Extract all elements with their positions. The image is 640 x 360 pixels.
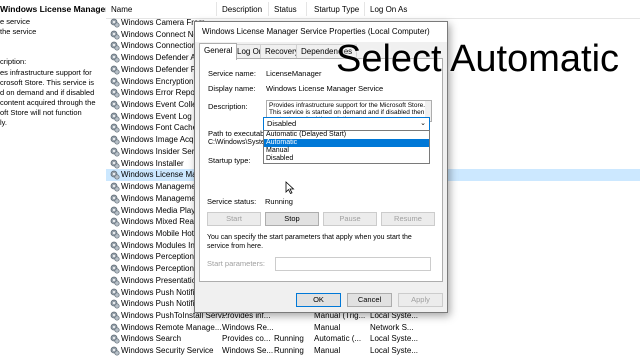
service-gear-icon xyxy=(110,299,120,309)
tab-general[interactable]: General xyxy=(199,43,238,60)
option-manual[interactable]: Manual xyxy=(264,147,429,155)
startup-type-label: Startup type: xyxy=(208,156,251,165)
column-status[interactable]: Status xyxy=(274,5,297,14)
start-button[interactable]: Start xyxy=(207,212,261,226)
service-gear-icon xyxy=(110,346,120,356)
service-name: Windows Event Log xyxy=(121,111,192,121)
service-status: Running xyxy=(274,334,304,344)
service-gear-icon xyxy=(110,335,120,344)
instruction-caption: Select Automatic xyxy=(336,38,620,80)
service-gear-icon xyxy=(110,30,120,40)
service-gear-icon xyxy=(110,53,120,63)
description-label: Description: xyxy=(208,102,248,111)
startup-type-dropdown: Automatic (Delayed Start) Automatic Manu… xyxy=(263,130,430,164)
start-params-label: Start parameters: xyxy=(207,259,265,268)
service-name: Windows Search xyxy=(121,334,182,344)
service-startup-type: Automatic (... xyxy=(314,334,362,344)
mouse-cursor-icon xyxy=(285,181,295,195)
service-gear-icon xyxy=(110,229,120,239)
service-description: Windows Re... xyxy=(222,322,274,332)
column-divider[interactable] xyxy=(268,2,269,16)
service-row[interactable]: Windows Search Provides co... Running Autom… xyxy=(106,333,640,345)
service-gear-icon xyxy=(110,147,120,157)
start-params-hint: You can specify the start parameters tha… xyxy=(207,234,412,250)
display-name-label: Display name: xyxy=(208,84,256,93)
service-gear-icon xyxy=(110,264,120,274)
service-gear-icon xyxy=(110,100,120,110)
service-gear-icon xyxy=(110,241,120,251)
service-gear-icon xyxy=(110,88,120,98)
service-name: Windows Security Service xyxy=(121,346,214,356)
description-pane-line: e service xyxy=(0,17,31,26)
column-divider[interactable] xyxy=(364,2,365,16)
chevron-down-icon: ⌄ xyxy=(420,120,426,127)
service-gear-icon xyxy=(110,217,120,227)
cancel-button[interactable]: Cancel xyxy=(347,293,392,307)
service-gear-icon xyxy=(110,194,120,204)
column-log-on-as[interactable]: Log On As xyxy=(370,5,407,14)
description-pane-line: the service xyxy=(0,27,37,36)
service-description: Windows Se... xyxy=(222,346,274,356)
service-name: Windows Remote Manage... xyxy=(121,322,222,332)
service-gear-icon xyxy=(110,288,120,298)
description-pane-line: oft Store will not function xyxy=(0,108,82,117)
column-name[interactable]: Name xyxy=(111,5,132,14)
service-name-value: LicenseManager xyxy=(266,69,322,78)
service-name-label: Service name: xyxy=(208,69,256,78)
service-description-pane: Windows License Manager Service e servic… xyxy=(0,0,106,360)
service-gear-icon xyxy=(110,77,120,87)
selected-service-title: Windows License Manager Service xyxy=(0,4,106,14)
service-gear-icon xyxy=(110,323,120,333)
service-gear-icon xyxy=(110,252,120,262)
column-startup-type[interactable]: Startup Type xyxy=(314,5,359,14)
service-gear-icon xyxy=(110,206,120,216)
column-divider[interactable] xyxy=(216,2,217,16)
apply-button[interactable]: Apply xyxy=(398,293,443,307)
startup-type-select[interactable]: Disabled ⌄ xyxy=(263,117,430,131)
service-gear-icon xyxy=(110,182,120,192)
service-log-on-as: Local Syste... xyxy=(370,346,419,356)
service-row[interactable]: Windows Remote Manage... Windows Re... Man… xyxy=(106,322,640,334)
service-gear-icon xyxy=(110,276,120,286)
dialog-title: Windows License Manager Service Properti… xyxy=(202,27,430,36)
description-pane-line: d on demand and if disabled xyxy=(0,88,95,97)
description-pane-line: es infrastructure support for xyxy=(0,68,92,77)
resume-button[interactable]: Resume xyxy=(381,212,435,226)
startup-type-value: Disabled xyxy=(267,119,297,128)
service-description: Provides co... xyxy=(222,334,271,344)
service-startup-type: Manual xyxy=(314,346,341,356)
service-name: Windows Installer xyxy=(121,158,184,168)
service-gear-icon xyxy=(110,112,120,122)
service-gear-icon xyxy=(110,159,120,169)
service-log-on-as: Network S... xyxy=(370,322,414,332)
service-status: Running xyxy=(274,346,304,356)
service-status-label: Service status: xyxy=(207,197,257,206)
option-automatic-delayed[interactable]: Automatic (Delayed Start) xyxy=(264,131,429,139)
service-gear-icon xyxy=(110,18,120,28)
pause-button[interactable]: Pause xyxy=(323,212,377,226)
service-status-value: Running xyxy=(265,197,293,206)
service-row[interactable]: Windows Security Service Windows Se... Run… xyxy=(106,345,640,357)
display-name-value: Windows License Manager Service xyxy=(266,84,384,93)
ok-button[interactable]: OK xyxy=(296,293,341,307)
stop-button[interactable]: Stop xyxy=(265,212,319,226)
service-gear-icon xyxy=(110,65,120,75)
option-disabled[interactable]: Disabled xyxy=(264,155,429,163)
service-gear-icon xyxy=(110,170,120,180)
column-description[interactable]: Description xyxy=(222,5,262,14)
service-gear-icon xyxy=(110,124,120,134)
option-automatic[interactable]: Automatic xyxy=(264,139,429,147)
start-params-input[interactable] xyxy=(275,257,431,271)
service-startup-type: Manual xyxy=(314,322,341,332)
column-divider[interactable] xyxy=(306,2,307,16)
description-pane-line: ly. xyxy=(0,118,7,127)
description-pane-line: crosoft Store. This service is xyxy=(0,78,95,87)
description-pane-line: content acquired through the xyxy=(0,98,96,107)
description-pane-line: cription: xyxy=(0,57,27,66)
service-name: Windows Connection ... xyxy=(121,41,206,51)
service-gear-icon xyxy=(110,311,120,321)
service-gear-icon xyxy=(110,135,120,145)
service-gear-icon xyxy=(110,42,120,51)
service-log-on-as: Local Syste... xyxy=(370,334,419,344)
